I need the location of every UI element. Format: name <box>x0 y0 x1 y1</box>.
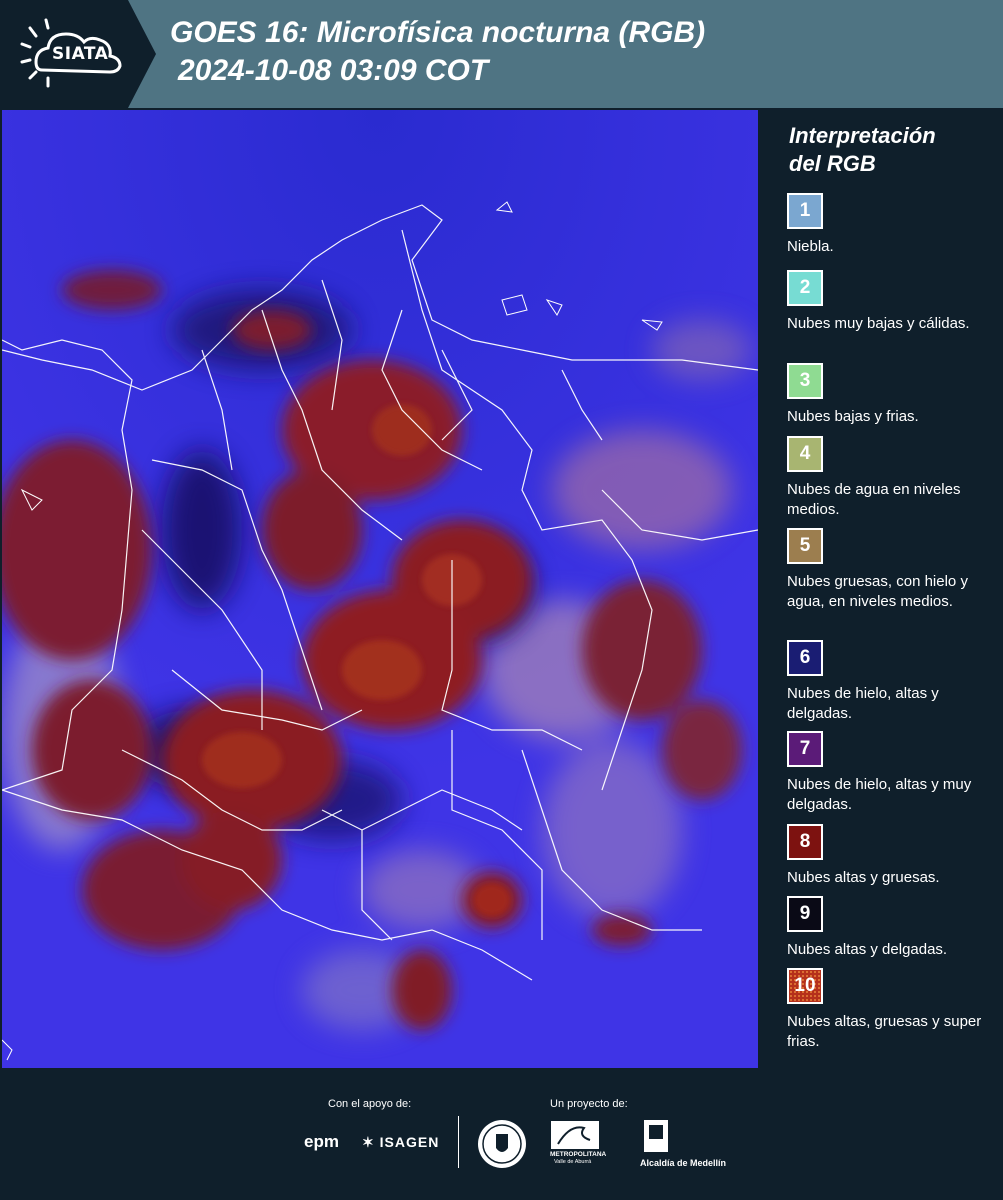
legend-item: 8 Nubes altas y gruesas. <box>787 824 997 888</box>
legend-description: Nubes muy bajas y cálidas. <box>787 315 970 332</box>
legend-description: Nubes altas, gruesas y super frias. <box>787 1013 982 1050</box>
legend-item: 2 Nubes muy bajas y cálidas. <box>787 270 997 334</box>
legend-swatch: 5 <box>787 528 823 564</box>
legend-item: 7 Nubes de hielo, altas y muy delgadas. <box>787 731 997 815</box>
page-subtitle: 2024-10-08 03:09 COT <box>178 54 489 87</box>
header-bar: SIATA GOES 16: Microfísica nocturna (RGB… <box>0 0 1003 108</box>
area-label: METROPOLITANA <box>550 1151 607 1158</box>
legend-item: 3 Nubes bajas y frias. <box>787 363 997 427</box>
siata-logo: SIATA <box>0 0 158 108</box>
legend-swatch: 8 <box>787 824 823 860</box>
project-label: Un proyecto de: <box>550 1098 628 1110</box>
legend-swatch: 2 <box>787 270 823 306</box>
legend-swatch: 1 <box>787 193 823 229</box>
alcaldia-label: Alcaldía de Medellín <box>640 1158 727 1168</box>
footer-divider <box>458 1116 459 1168</box>
satellite-map <box>2 110 758 1068</box>
legend-title-line2: del RGB <box>789 151 876 176</box>
footer: Con el apoyo de: Un proyecto de: epm ✶ I… <box>0 1070 1003 1200</box>
area-logo-icon <box>551 1121 599 1149</box>
seal-icon <box>478 1120 526 1168</box>
legend-swatch: 6 <box>787 640 823 676</box>
legend-item: 6 Nubes de hielo, altas y delgadas. <box>787 640 997 724</box>
legend-item: 9 Nubes altas y delgadas. <box>787 896 997 960</box>
legend-description: Nubes altas y delgadas. <box>787 941 948 958</box>
epm-text: epm <box>304 1132 339 1151</box>
legend-description: Nubes de hielo, altas y delgadas. <box>787 685 939 722</box>
legend-swatch: 10 <box>787 968 823 1004</box>
legend-swatch: 7 <box>787 731 823 767</box>
legend-panel: Interpretación del RGB 1 Niebla. 2 Nubes… <box>760 108 1003 1068</box>
legend-title-line1: Interpretación <box>789 123 936 148</box>
epm-logo: epm <box>304 1132 339 1152</box>
legend-description: Nubes altas y gruesas. <box>787 869 940 886</box>
legend-swatch: 9 <box>787 896 823 932</box>
alcaldia-shield-icon <box>644 1120 668 1152</box>
isagen-icon: ✶ <box>362 1134 375 1150</box>
legend-description: Nubes de agua en niveles medios. <box>787 481 961 518</box>
legend-description: Nubes de hielo, altas y muy delgadas. <box>787 776 972 813</box>
area-metropolitana-logo: METROPOLITANA Valle de Aburrá <box>550 1120 606 1165</box>
legend-swatch: 4 <box>787 436 823 472</box>
legend-item: 5 Nubes gruesas, con hielo y agua, en ni… <box>787 528 997 612</box>
legend-swatch: 3 <box>787 363 823 399</box>
legend-item: 1 Niebla. <box>787 193 997 257</box>
legend-description: Nubes gruesas, con hielo y agua, en nive… <box>787 573 968 610</box>
isagen-text: ISAGEN <box>379 1134 440 1150</box>
legend-item: 4 Nubes de agua en niveles medios. <box>787 436 997 520</box>
alcaldia-logo: Alcaldía de Medellín <box>640 1118 726 1170</box>
page-title: GOES 16: Microfísica nocturna (RGB) <box>170 16 706 49</box>
logo-text: SIATA <box>52 44 109 64</box>
legend-description: Niebla. <box>787 238 834 255</box>
area-sub-label: Valle de Aburrá <box>554 1159 592 1165</box>
isagen-logo: ✶ ISAGEN <box>362 1134 439 1151</box>
legend-item: 10 Nubes altas, gruesas y super frias. <box>787 968 997 1052</box>
legend-description: Nubes bajas y frias. <box>787 408 919 425</box>
support-label: Con el apoyo de: <box>328 1098 412 1110</box>
legend-title: Interpretación del RGB <box>789 122 936 178</box>
